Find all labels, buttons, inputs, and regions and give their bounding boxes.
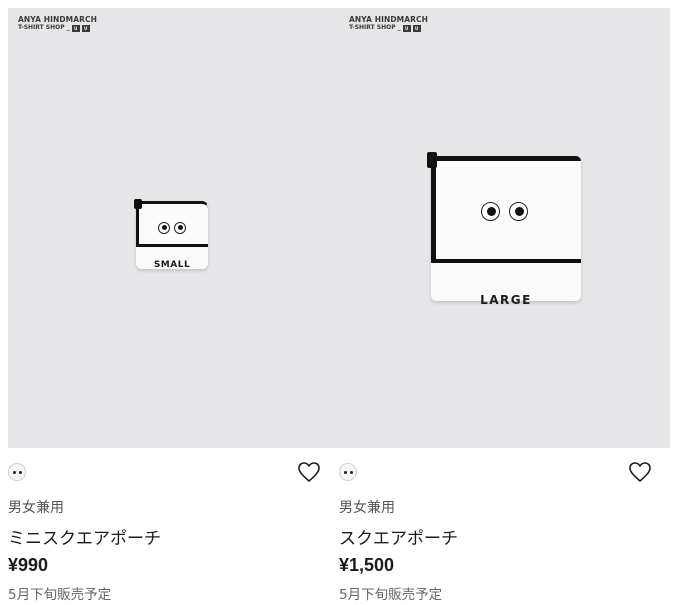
product-card-mini-square-pouch[interactable]: ANYA HINDMARCH T-SHIRT SHOP _ U U SMALL … [8, 0, 339, 605]
brand-logo: ANYA HINDMARCH T-SHIRT SHOP _ U U [349, 15, 429, 32]
right-eye-icon [174, 222, 186, 234]
product-grid: ANYA HINDMARCH T-SHIRT SHOP _ U U SMALL … [0, 0, 676, 605]
product-name[interactable]: ミニスクエアポーチ [8, 524, 161, 549]
availability-note: 5月下旬販売予定 [8, 587, 112, 603]
product-price: ¥990 [8, 555, 49, 575]
availability-note: 5月下旬販売予定 [339, 587, 443, 603]
brand-logo: ANYA HINDMARCH T-SHIRT SHOP _ U U [18, 15, 98, 32]
uniqlo-logo-icon: U [81, 24, 90, 32]
left-eye-icon [158, 222, 170, 234]
heart-outline-icon[interactable] [628, 460, 652, 484]
product-image[interactable]: ANYA HINDMARCH T-SHIRT SHOP _ U U [8, 8, 339, 448]
product-card-square-pouch[interactable]: ANYA HINDMARCH T-SHIRT SHOP _ U U LARGE … [339, 0, 670, 605]
uniqlo-logo-icon: U [402, 24, 411, 32]
product-name[interactable]: スクエアポーチ [339, 524, 458, 549]
brand-subline: T-SHIRT SHOP [18, 23, 65, 31]
heart-outline-icon[interactable] [297, 460, 321, 484]
product-image[interactable]: ANYA HINDMARCH T-SHIRT SHOP _ U U [339, 8, 670, 448]
pouch-size-label: LARGE [480, 293, 532, 307]
color-swatch-eyes[interactable] [339, 463, 357, 481]
gender-label: 男女兼用 [8, 500, 64, 516]
large-pouch-image: LARGE [427, 152, 581, 307]
product-price: ¥1,500 [339, 555, 395, 575]
right-eye-icon [509, 202, 528, 221]
small-pouch-image: SMALL [134, 199, 208, 270]
gender-label: 男女兼用 [339, 500, 395, 516]
brand-subline: T-SHIRT SHOP [349, 23, 396, 31]
left-eye-icon [481, 202, 500, 221]
zipper-pull-icon [427, 152, 437, 168]
uniqlo-logo-icon: U [71, 24, 80, 32]
uniqlo-logo-icon: U [412, 24, 421, 32]
pouch-size-label: SMALL [153, 260, 191, 270]
color-swatch-eyes[interactable] [8, 463, 26, 481]
